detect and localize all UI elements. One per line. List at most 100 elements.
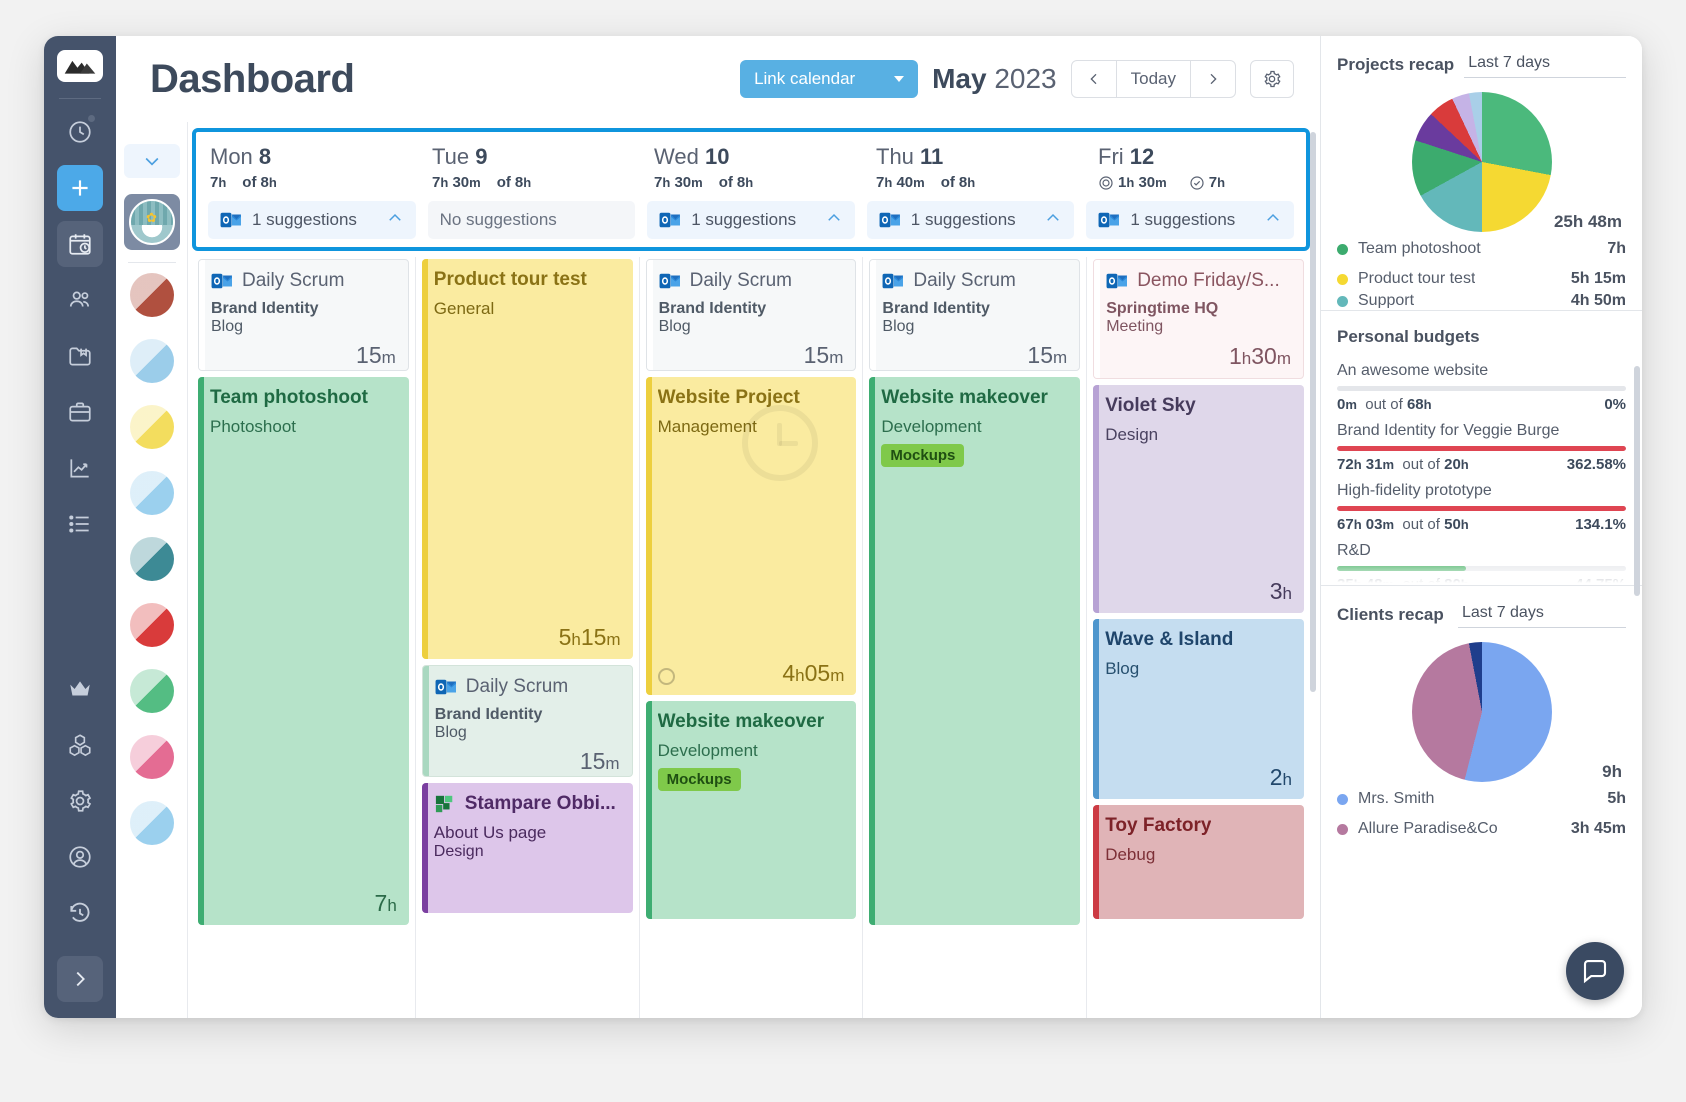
event-card[interactable]: Daily Scrum Brand Identity Blog 15m bbox=[645, 259, 857, 371]
card-accent-stripe bbox=[870, 260, 877, 370]
suggestion-box-tue[interactable]: No suggestions bbox=[427, 201, 636, 239]
sidebar-item-account[interactable] bbox=[57, 834, 103, 880]
legend-item[interactable]: Allure Paradise&Co 3h 45m bbox=[1337, 814, 1626, 844]
budget-item[interactable]: R&D 35h 48m out of 80h44.75% bbox=[1337, 535, 1626, 583]
event-card[interactable]: Website makeover Development Mockups bbox=[869, 377, 1081, 925]
chevron-up-icon[interactable] bbox=[386, 209, 404, 232]
card-duration: 7h bbox=[374, 890, 397, 916]
budget-bar bbox=[1337, 386, 1626, 391]
suggestion-label: 1 suggestions bbox=[910, 210, 1016, 229]
day-columns: Daily Scrum Brand Identity Blog 15m Team pho… bbox=[192, 257, 1310, 1018]
projects-recap-range-select[interactable]: Last 7 days bbox=[1464, 52, 1626, 78]
card-accent-stripe bbox=[646, 260, 653, 370]
sidebar-item-activities[interactable] bbox=[57, 501, 103, 547]
budget-item[interactable]: Brand Identity for Veggie Burge 72h 31m o… bbox=[1337, 415, 1626, 475]
legend-item[interactable]: Support 4h 50m bbox=[1337, 294, 1626, 308]
budget-item[interactable]: High-fidelity prototype 67h 03m out of 50… bbox=[1337, 475, 1626, 535]
clients-pie-chart[interactable] bbox=[1411, 642, 1552, 782]
event-card[interactable]: Website Project Management 4h05m bbox=[645, 377, 857, 695]
avatar-color-1[interactable] bbox=[129, 339, 174, 383]
calendar-scrollbar[interactable] bbox=[1310, 132, 1316, 692]
day-header-fri: Fri 12 1h 30m 7h bbox=[1084, 132, 1306, 201]
suggestion-box-fri[interactable]: 1 suggestions bbox=[1086, 201, 1294, 239]
clients-recap-range-select[interactable]: Last 7 days bbox=[1458, 602, 1626, 628]
sidebar-item-integrations[interactable] bbox=[57, 722, 103, 768]
day-hours-summary: 7h 40m of 8h bbox=[876, 174, 976, 191]
legend-item[interactable]: Team photoshoot 7h bbox=[1337, 234, 1626, 264]
budget-item[interactable]: An awesome website 0m out of 68h 0% bbox=[1337, 355, 1626, 415]
projects-pie-chart[interactable] bbox=[1411, 92, 1552, 232]
card-duration: 15m bbox=[579, 748, 620, 774]
event-card[interactable]: Team photoshoot Photoshoot 7h bbox=[198, 377, 409, 925]
prev-period-button[interactable] bbox=[1072, 61, 1117, 97]
event-card[interactable]: Demo Friday/S... Springtime HQ Meeting 1h30… bbox=[1093, 259, 1304, 379]
right-panel-scrollbar[interactable] bbox=[1634, 366, 1640, 596]
sidebar-item-history[interactable] bbox=[57, 890, 103, 936]
avatar-color-3[interactable] bbox=[129, 471, 174, 515]
legend-item[interactable]: Product tour test 5h 15m bbox=[1337, 264, 1626, 294]
target-icon bbox=[1099, 175, 1113, 190]
sidebar-item-projects[interactable] bbox=[57, 333, 103, 379]
event-card[interactable]: Product tour test General 5h15m bbox=[421, 259, 633, 659]
avatar-color-5[interactable] bbox=[129, 603, 174, 647]
card-tag[interactable]: Mockups bbox=[881, 444, 965, 467]
today-button[interactable]: Today bbox=[1117, 61, 1191, 97]
avatar-color-0[interactable] bbox=[129, 273, 174, 317]
collapse-avatars-button[interactable] bbox=[123, 144, 180, 178]
page-title: Dashboard bbox=[150, 56, 355, 101]
event-card[interactable]: Daily Scrum Brand Identity Blog 15m bbox=[869, 259, 1081, 371]
suggestion-box-thu[interactable]: 1 suggestions bbox=[866, 201, 1075, 239]
legend-color-dot bbox=[1337, 273, 1348, 285]
sidebar-item-timer[interactable] bbox=[57, 109, 103, 155]
sidebar-item-upgrade[interactable] bbox=[57, 666, 103, 712]
card-title-row: Daily Scrum bbox=[435, 676, 620, 698]
chevron-up-icon[interactable] bbox=[1044, 209, 1062, 232]
sidebar-item-calendar[interactable] bbox=[57, 221, 103, 267]
event-card[interactable]: Stampare Obbi... About Us page Design bbox=[421, 783, 633, 913]
budget-meta: 0m out of 68h 0% bbox=[1337, 396, 1626, 413]
legend-label: Team photoshoot bbox=[1358, 240, 1481, 257]
legend-item[interactable]: Mrs. Smith 5h bbox=[1337, 784, 1626, 814]
avatar-color-6[interactable] bbox=[129, 669, 174, 713]
calendar-settings-button[interactable] bbox=[1250, 60, 1294, 98]
next-period-button[interactable] bbox=[1191, 61, 1235, 97]
day-header-tue: Tue 9 7h 30m of 8h bbox=[418, 132, 640, 201]
app-logo[interactable] bbox=[57, 50, 103, 82]
avatar-color-8[interactable] bbox=[129, 801, 174, 845]
chevron-up-icon[interactable] bbox=[825, 209, 843, 232]
avatar-color-7[interactable] bbox=[129, 735, 174, 779]
budget-meta: 35h 48m out of 80h44.75% bbox=[1337, 576, 1626, 583]
avatar-selected[interactable] bbox=[123, 194, 180, 250]
chevron-up-icon[interactable] bbox=[1264, 209, 1282, 232]
event-card[interactable]: Wave & Island Blog 2h bbox=[1093, 619, 1304, 799]
event-card[interactable]: Daily Scrum Brand Identity Blog 15m bbox=[198, 259, 409, 371]
chat-support-button[interactable] bbox=[1566, 942, 1624, 1000]
event-card[interactable]: Violet Sky Design 3h bbox=[1093, 385, 1304, 613]
avatar-color-2[interactable] bbox=[129, 405, 174, 449]
sidebar-item-clients[interactable] bbox=[57, 389, 103, 435]
sidebar-item-team[interactable] bbox=[57, 277, 103, 323]
link-calendar-button[interactable]: Link calendar bbox=[740, 60, 919, 98]
people-icon bbox=[69, 291, 89, 307]
sidebar-item-settings[interactable] bbox=[57, 778, 103, 824]
sidebar-item-reports[interactable] bbox=[57, 445, 103, 491]
card-tag[interactable]: Mockups bbox=[657, 768, 741, 791]
event-card[interactable]: Toy Factory Debug bbox=[1093, 805, 1304, 919]
budget-name: R&D bbox=[1337, 542, 1371, 559]
timer-badge-dot bbox=[88, 115, 95, 122]
budget-bar-fill bbox=[1337, 506, 1626, 511]
suggestion-box-wed[interactable]: 1 suggestions bbox=[647, 201, 855, 239]
card-duration: 15m bbox=[803, 342, 844, 368]
card-accent-stripe bbox=[422, 666, 429, 776]
outlook-icon bbox=[882, 273, 904, 289]
calendar-grid: Mon 8 7h of 8h Tue 9 7h 30m of 8h Wed 10 7h 30m… bbox=[188, 122, 1320, 1018]
avatar-color-4[interactable] bbox=[129, 537, 174, 581]
event-card[interactable]: Website makeover Development Mockups bbox=[645, 701, 857, 919]
event-card[interactable]: Daily Scrum Brand Identity Blog 15m bbox=[421, 665, 633, 777]
card-duration: 2h bbox=[1269, 764, 1292, 790]
suggestion-box-mon[interactable]: 1 suggestions bbox=[208, 201, 416, 239]
card-project: Design bbox=[1105, 425, 1159, 444]
sidebar-item-add[interactable] bbox=[57, 165, 103, 211]
sidebar-expand-button[interactable] bbox=[57, 956, 103, 1002]
card-accent-stripe bbox=[1093, 385, 1100, 613]
